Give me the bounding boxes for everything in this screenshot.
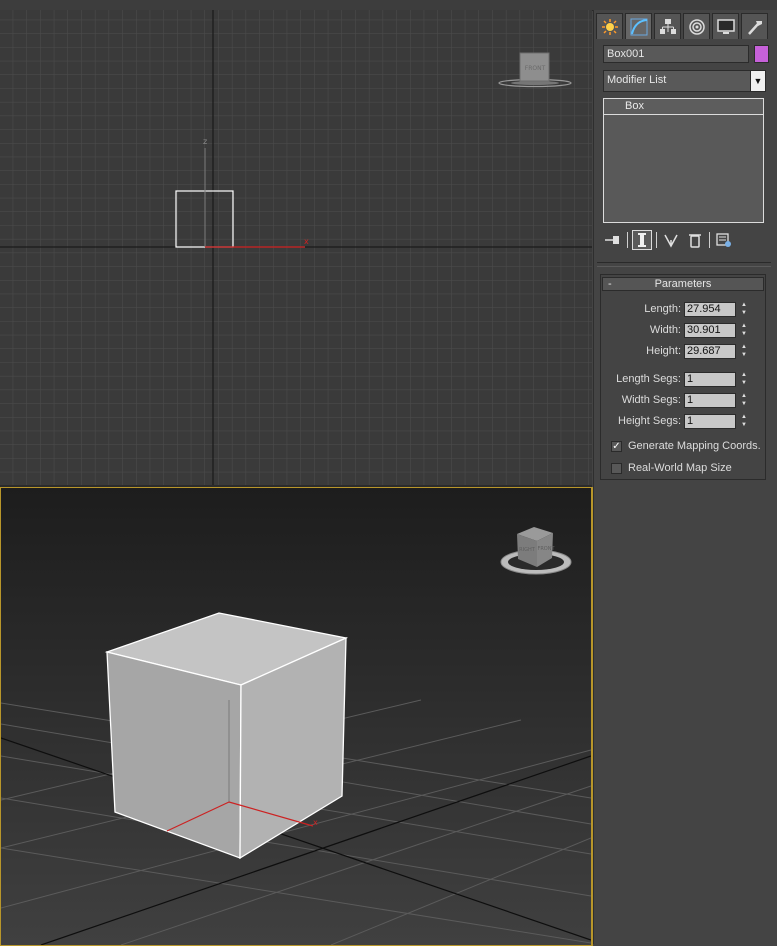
checkmark-icon: ✓ xyxy=(612,441,621,452)
spinner-up-icon: ▲ xyxy=(741,414,747,420)
persp-axis-x-label: x xyxy=(313,818,318,827)
spinner-up-icon: ▲ xyxy=(741,302,747,308)
front-axis-x-label: x xyxy=(304,237,309,246)
width-input[interactable]: 30.901 xyxy=(684,323,736,338)
modify-tab[interactable] xyxy=(625,13,652,39)
spinner-down-icon: ▼ xyxy=(741,422,747,428)
modifier-stack[interactable]: Box xyxy=(603,98,764,223)
length-segs-input[interactable]: 1 xyxy=(684,372,736,387)
spinner-down-icon: ▼ xyxy=(741,401,747,407)
parameters-title: Parameters xyxy=(654,278,712,290)
spinner-down-icon: ▼ xyxy=(741,380,747,386)
object-color-swatch[interactable] xyxy=(754,45,769,63)
motion-icon xyxy=(688,18,705,35)
collapse-rollout-icon: - xyxy=(608,278,612,290)
display-tab[interactable] xyxy=(712,13,739,39)
width-segs-spinner[interactable]: ▲ ▼ xyxy=(739,393,749,408)
make-unique-button[interactable] xyxy=(661,230,681,250)
real-world-map-size-checkbox[interactable] xyxy=(611,463,622,474)
object-name-input[interactable]: Box001 xyxy=(603,45,749,63)
chevron-down-icon[interactable]: ▼ xyxy=(750,71,765,91)
utilities-icon xyxy=(747,20,762,35)
utilities-tab[interactable] xyxy=(741,13,768,39)
height-segs-spinner[interactable]: ▲ ▼ xyxy=(739,414,749,429)
toolbar-separator xyxy=(656,232,657,248)
height-segs-label: Height Segs: xyxy=(618,415,681,427)
width-segs-row: Width Segs: 1 ▲ ▼ xyxy=(601,393,767,409)
width-spinner[interactable]: ▲ ▼ xyxy=(739,323,749,338)
width-label: Width: xyxy=(649,324,681,336)
stack-item-box[interactable]: Box xyxy=(604,99,763,115)
hierarchy-tab[interactable] xyxy=(654,13,681,39)
panel-divider xyxy=(597,262,771,267)
modifier-stack-toolbar xyxy=(603,229,766,251)
modifier-list-label: Modifier List xyxy=(607,74,667,86)
length-spinner[interactable]: ▲ ▼ xyxy=(739,302,749,317)
configure-modifier-sets-icon xyxy=(716,233,731,247)
pin-stack-button[interactable] xyxy=(603,230,623,250)
perspective-viewcube[interactable]: RIGHT FRONT xyxy=(500,527,572,575)
make-unique-icon xyxy=(664,234,678,248)
height-spinner[interactable]: ▲ ▼ xyxy=(739,344,749,359)
modify-icon xyxy=(630,18,647,35)
length-segs-row: Length Segs: 1 ▲ ▼ xyxy=(601,372,767,388)
height-segs-input[interactable]: 1 xyxy=(684,414,736,429)
length-label: Length: xyxy=(644,303,681,315)
spinner-down-icon: ▼ xyxy=(741,352,747,358)
show-end-result-button[interactable] xyxy=(632,230,652,250)
spinner-up-icon: ▲ xyxy=(741,393,747,399)
length-row: Length: 27.954 ▲ ▼ xyxy=(601,302,767,318)
remove-modifier-icon xyxy=(689,234,701,248)
parameters-rollout: - Parameters Length: 27.954 ▲ ▼ Width: 30… xyxy=(600,274,766,480)
parameters-rollout-header[interactable]: - Parameters xyxy=(602,277,764,291)
show-end-result-icon xyxy=(638,233,646,247)
front-viewport-canvas: z x FRONT xyxy=(0,10,592,485)
toolbar-separator xyxy=(627,232,628,248)
front-viewcube-label: FRONT xyxy=(525,65,546,72)
configure-modifier-sets-button[interactable] xyxy=(714,230,734,250)
perspective-viewport-canvas: x RIGHT FRONT xyxy=(1,527,591,945)
length-segs-spinner[interactable]: ▲ ▼ xyxy=(739,372,749,387)
height-segs-row: Height Segs: 1 ▲ ▼ xyxy=(601,414,767,430)
spinner-down-icon: ▼ xyxy=(741,310,747,316)
viewcube-front-label: FRONT xyxy=(537,546,555,552)
length-input[interactable]: 27.954 xyxy=(684,302,736,317)
spinner-up-icon: ▲ xyxy=(741,344,747,350)
height-row: Height: 29.687 ▲ ▼ xyxy=(601,344,767,360)
command-panel-tabs xyxy=(596,13,776,39)
viewcube-right-label: RIGHT xyxy=(519,547,536,553)
height-input[interactable]: 29.687 xyxy=(684,344,736,359)
width-segs-label: Width Segs: xyxy=(621,394,681,406)
remove-modifier-button[interactable] xyxy=(685,230,705,250)
spinner-up-icon: ▲ xyxy=(741,323,747,329)
display-icon xyxy=(716,18,735,34)
generate-mapping-checkbox[interactable]: ✓ xyxy=(611,441,622,452)
length-segs-label: Length Segs: xyxy=(616,373,681,385)
real-world-map-size-label: Real-World Map Size xyxy=(628,462,732,474)
pin-stack-icon xyxy=(605,236,619,244)
generate-mapping-label: Generate Mapping Coords. xyxy=(628,440,761,452)
width-row: Width: 30.901 ▲ ▼ xyxy=(601,323,767,339)
width-segs-input[interactable]: 1 xyxy=(684,393,736,408)
hierarchy-icon xyxy=(659,18,676,34)
motion-tab[interactable] xyxy=(683,13,710,39)
spinner-down-icon: ▼ xyxy=(741,331,747,337)
modifier-list-dropdown[interactable]: Modifier List ▼ xyxy=(603,70,766,92)
command-panel: Box001 Modifier List ▼ Box - Parameters xyxy=(593,10,777,944)
front-axis-z-label: z xyxy=(203,137,207,146)
create-tab[interactable] xyxy=(596,13,623,39)
box-perspective-mesh[interactable] xyxy=(104,612,349,860)
toolbar-separator xyxy=(709,232,710,248)
spinner-up-icon: ▲ xyxy=(741,372,747,378)
perspective-viewport[interactable]: x RIGHT FRONT xyxy=(0,487,593,946)
height-label: Height: xyxy=(646,345,681,357)
create-icon xyxy=(601,18,618,35)
front-viewport[interactable]: z x FRONT xyxy=(0,10,592,485)
